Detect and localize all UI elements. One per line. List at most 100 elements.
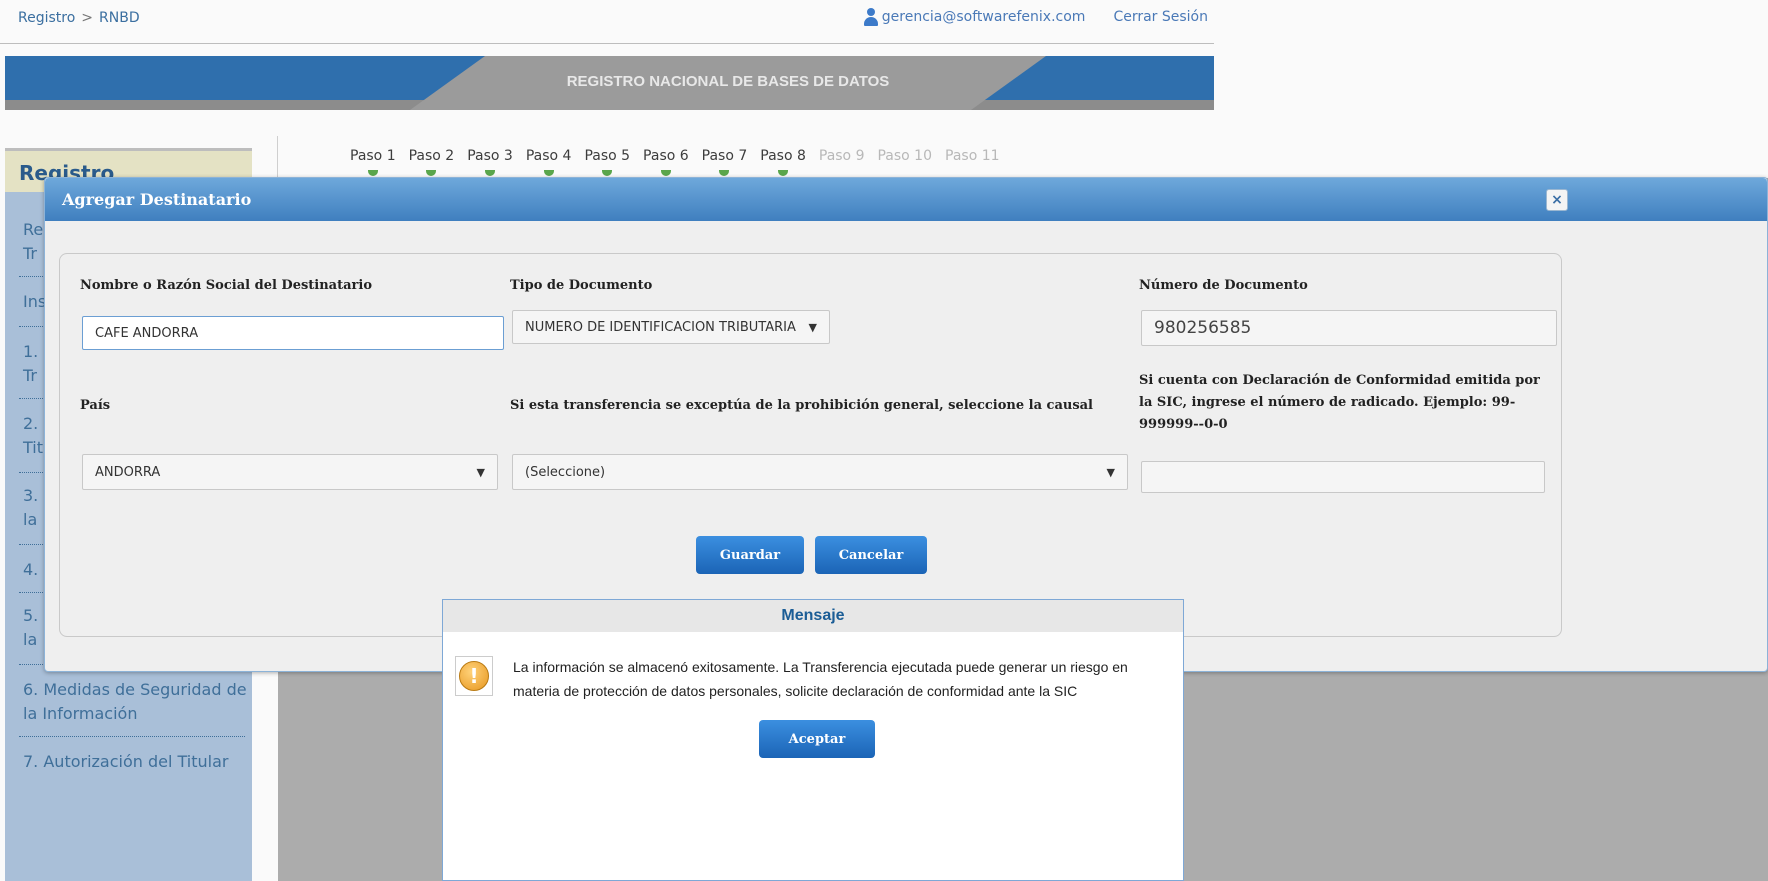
step-nav: Paso 1 Paso 2 Paso 3 Paso 4 Paso 5 Paso … <box>350 148 1000 176</box>
step-label: Paso 7 <box>701 148 748 164</box>
step-label: Paso 10 <box>877 148 933 164</box>
dialog-title: Agregar Destinatario <box>62 190 252 209</box>
sidebar-item-label: 2. <box>23 414 39 433</box>
add-recipient-dialog: Agregar Destinatario × Nombre o Razón So… <box>44 177 1768 672</box>
message-title[interactable]: Mensaje <box>443 600 1183 632</box>
step-5[interactable]: Paso 5 <box>584 148 631 176</box>
step-label: Paso 6 <box>643 148 689 164</box>
sidebar-item-label: Tr <box>23 244 37 263</box>
step-8[interactable]: Paso 8 <box>760 148 806 176</box>
step-1[interactable]: Paso 1 <box>350 148 396 176</box>
pais-select[interactable]: ANDORRA ▼ <box>82 454 498 490</box>
radicado-input[interactable] <box>1141 461 1545 493</box>
pais-value: ANDORRA <box>95 464 161 480</box>
logout-link[interactable]: Cerrar Sesión <box>1113 9 1208 25</box>
step-indicator <box>543 170 554 176</box>
cancel-button[interactable]: Cancelar <box>815 536 927 574</box>
sidebar-item-5[interactable]: 4. <box>23 558 38 582</box>
step-4[interactable]: Paso 4 <box>525 148 572 176</box>
sidebar-item-label: la Información <box>23 704 138 723</box>
sidebar-item-label: 6. Medidas de Seguridad de <box>23 680 247 699</box>
numero-documento-input[interactable]: 980256585 <box>1141 310 1557 346</box>
chevron-down-icon: ▼ <box>476 465 485 479</box>
user-email-link[interactable]: gerencia@softwarefenix.com <box>863 8 1086 26</box>
sidebar-item-label: 5. <box>23 606 39 625</box>
causal-label: Si esta transferencia se exceptúa de la … <box>510 398 1094 413</box>
breadcrumb-root[interactable]: Registro <box>18 10 75 26</box>
step-2[interactable]: Paso 2 <box>408 148 455 176</box>
step-label: Paso 1 <box>350 148 396 164</box>
sidebar-item-label: 3. <box>23 486 39 505</box>
user-box: gerencia@softwarefenix.com Cerrar Sesión <box>863 8 1208 26</box>
step-11: Paso 11 <box>945 148 1000 164</box>
step-indicator <box>426 170 437 176</box>
breadcrumb: Registro > RNBD <box>18 10 140 26</box>
tipo-documento-label: Tipo de Documento <box>510 278 653 293</box>
sidebar-item-label: 1. <box>23 342 39 361</box>
message-text: La información se almacenó exitosamente.… <box>513 659 1128 699</box>
sidebar-item-label: Ins <box>23 292 47 311</box>
numero-documento-value: 980256585 <box>1154 318 1252 338</box>
step-indicator <box>485 170 496 176</box>
step-label: Paso 9 <box>818 148 865 164</box>
sidebar-item-label: la <box>23 510 38 529</box>
step-indicator <box>367 170 378 176</box>
sidebar-item-label: Tit <box>23 438 43 457</box>
sidebar-item-0[interactable]: Re Tr <box>23 218 43 266</box>
step-label: Paso 3 <box>467 148 513 164</box>
step-label: Paso 4 <box>525 148 572 164</box>
step-3[interactable]: Paso 3 <box>467 148 513 176</box>
sidebar-item-8[interactable]: 7. Autorización del Titular <box>23 750 228 774</box>
radicado-label: Si cuenta con Declaración de Conformidad… <box>1139 373 1540 432</box>
tipo-documento-select[interactable]: NUMERO DE IDENTIFICACION TRIBUTARIA ▼ <box>512 310 830 344</box>
step-indicator <box>778 170 789 176</box>
sidebar-item-label: 4. <box>23 560 39 579</box>
sidebar-item-3[interactable]: 2. Tit <box>23 412 43 460</box>
save-button[interactable]: Guardar <box>696 536 804 574</box>
sidebar-item-6[interactable]: 5. la <box>23 604 38 652</box>
sidebar-item-7[interactable]: 6. Medidas de Seguridad de la Informació… <box>23 678 247 726</box>
message-dialog: Mensaje ! La información se almacenó exi… <box>442 599 1184 881</box>
step-label: Paso 2 <box>408 148 455 164</box>
accept-button[interactable]: Aceptar <box>759 720 875 758</box>
causal-select[interactable]: (Seleccione) ▼ <box>512 454 1128 490</box>
sidebar-item-2[interactable]: 1. Tr <box>23 340 38 388</box>
close-icon[interactable]: × <box>1546 189 1568 211</box>
divider <box>19 736 245 737</box>
sidebar-item-label: Re <box>23 220 44 239</box>
breadcrumb-current[interactable]: RNBD <box>99 10 140 26</box>
numero-documento-label: Número de Documento <box>1139 278 1308 293</box>
sidebar-item-label: 7. Autorización del Titular <box>23 752 229 771</box>
step-label: Paso 8 <box>760 148 806 164</box>
nombre-value: CAFE ANDORRA <box>95 325 199 341</box>
step-9: Paso 9 <box>819 148 865 164</box>
sidebar-item-4[interactable]: 3. la <box>23 484 38 532</box>
step-label: Paso 11 <box>945 148 1000 164</box>
user-email: gerencia@softwarefenix.com <box>881 9 1086 25</box>
banner-title: REGISTRO NACIONAL DE BASES DE DATOS <box>566 73 890 90</box>
step-indicator <box>602 170 613 176</box>
causal-value: (Seleccione) <box>525 464 606 480</box>
tipo-documento-value: NUMERO DE IDENTIFICACION TRIBUTARIA <box>525 319 796 335</box>
content-divider <box>277 136 278 178</box>
breadcrumb-separator: > <box>81 10 94 26</box>
warning-icon: ! <box>455 656 493 696</box>
sidebar-item-label: Tr <box>23 366 37 385</box>
sidebar-item-label: la <box>23 630 38 649</box>
step-7[interactable]: Paso 7 <box>701 148 748 176</box>
user-icon <box>863 8 879 26</box>
header-banner: REGISTRO NACIONAL DE BASES DE DATOS <box>5 56 1214 110</box>
pais-label: País <box>80 398 111 413</box>
chevron-down-icon: ▼ <box>1106 465 1115 479</box>
step-6[interactable]: Paso 6 <box>643 148 689 176</box>
step-label: Paso 5 <box>584 148 631 164</box>
nombre-label: Nombre o Razón Social del Destinatario <box>80 278 372 293</box>
step-indicator <box>719 170 730 176</box>
top-bar: Registro > RNBD gerencia@softwarefenix.com… <box>0 0 1214 44</box>
nombre-input[interactable]: CAFE ANDORRA <box>82 316 504 350</box>
step-10: Paso 10 <box>877 148 932 164</box>
dialog-titlebar[interactable]: Agregar Destinatario × <box>45 178 1767 221</box>
warning-symbol: ! <box>459 661 489 691</box>
form-panel: Nombre o Razón Social del Destinatario C… <box>59 253 1562 637</box>
sidebar-item-1[interactable]: Ins <box>23 290 46 314</box>
